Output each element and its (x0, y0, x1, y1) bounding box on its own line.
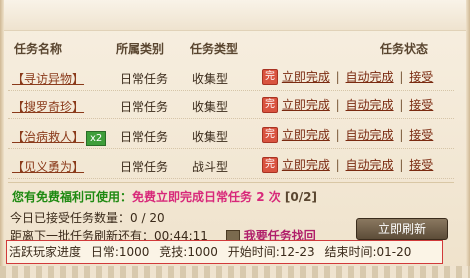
daily-label: 日常: (90, 245, 119, 259)
free-benefit-prefix: 您有免费福利可使用： (12, 190, 133, 204)
task-actions: 完 立即完成 | 自动完成 | 接受 (262, 96, 433, 113)
end-time-label: 结束时间: (324, 245, 377, 259)
auto-complete-link[interactable]: 自动完成 (346, 158, 394, 172)
bottom-decoration (0, 266, 470, 278)
separator: | (399, 127, 404, 142)
accept-link[interactable]: 接受 (409, 128, 433, 142)
separator: | (399, 157, 404, 172)
task-actions: 完 立即完成 | 自动完成 | 接受 (262, 68, 433, 85)
task-category: 日常任务 (120, 100, 169, 114)
task-category: 日常任务 (120, 72, 169, 86)
auto-complete-link[interactable]: 自动完成 (346, 70, 394, 84)
task-category: 日常任务 (120, 130, 169, 144)
separator: | (399, 69, 404, 84)
auto-complete-link[interactable]: 自动完成 (346, 128, 394, 142)
auto-complete-link[interactable]: 自动完成 (346, 98, 394, 112)
task-name-link[interactable]: 【治病救人】 (12, 130, 84, 144)
free-benefit-line: 您有免费福利可使用：免费立即完成日常任务 2 次 [0/2] (12, 188, 317, 205)
panel-top-bar (0, 0, 470, 31)
header-category: 所属类别 (116, 42, 165, 56)
panel-right-border (466, 0, 470, 278)
active-player-progress-bar: 活跃玩家进度 日常:1000 竞技:1000 开始时间:12-23 结束时间:0… (6, 240, 443, 264)
start-time-value: 12-23 (279, 245, 315, 259)
task-type: 收集型 (192, 72, 229, 86)
daily-value: 1000 (118, 245, 150, 259)
accept-link[interactable]: 接受 (409, 70, 433, 84)
compete-value: 1000 (187, 245, 218, 259)
header-task-type: 任务类型 (190, 42, 239, 56)
separator: | (335, 69, 340, 84)
free-benefit-text: 免费立即完成日常任务 2 次 (132, 190, 281, 204)
divider (8, 182, 454, 183)
table-row: 【见义勇为】 日常任务 战斗型 完 立即完成 | 自动完成 | 接受 (8, 152, 454, 179)
task-name-cell: 【治病救人】 x2 (12, 128, 107, 146)
start-time-label: 开始时间: (227, 245, 280, 259)
complete-now-icon[interactable]: 完 (262, 68, 278, 85)
complete-now-link[interactable]: 立即完成 (282, 128, 330, 142)
complete-now-link[interactable]: 立即完成 (282, 158, 330, 172)
table-header: 任务名称 所属类别 任务类型 任务状态 (14, 40, 454, 56)
accepted-count-value: 0 / 20 (130, 211, 165, 225)
header-task-name: 任务名称 (14, 42, 63, 56)
task-actions: 完 立即完成 | 自动完成 | 接受 (262, 126, 433, 143)
compete-label: 竞技: (159, 245, 188, 259)
accept-link[interactable]: 接受 (409, 98, 433, 112)
accepted-count-line: 今日已接受任务数量：0 / 20 (10, 209, 165, 226)
double-reward-badge: x2 (86, 131, 107, 146)
task-actions: 完 立即完成 | 自动完成 | 接受 (262, 156, 433, 173)
complete-now-icon[interactable]: 完 (262, 156, 278, 173)
complete-now-icon[interactable]: 完 (262, 96, 278, 113)
complete-now-link[interactable]: 立即完成 (282, 70, 330, 84)
header-task-status: 任务状态 (380, 42, 429, 56)
free-benefit-counter: [0/2] (284, 190, 317, 204)
separator: | (335, 97, 340, 112)
separator: | (335, 157, 340, 172)
complete-now-icon[interactable]: 完 (262, 126, 278, 143)
task-name-link[interactable]: 【见义勇为】 (12, 158, 84, 175)
complete-now-link[interactable]: 立即完成 (282, 98, 330, 112)
task-name-link[interactable]: 【寻访异物】 (12, 70, 84, 87)
accept-link[interactable]: 接受 (409, 158, 433, 172)
task-category: 日常任务 (120, 160, 169, 174)
panel-left-border (0, 0, 4, 278)
table-row: 【寻访异物】 日常任务 收集型 完 立即完成 | 自动完成 | 接受 (8, 64, 454, 91)
task-name-link[interactable]: 【搜罗奇珍】 (12, 98, 84, 115)
progress-label: 活跃玩家进度 (9, 245, 82, 259)
end-time-value: 01-20 (376, 245, 412, 259)
accepted-count-label: 今日已接受任务数量： (10, 211, 131, 225)
separator: | (399, 97, 404, 112)
separator: | (335, 127, 340, 142)
refresh-now-button[interactable]: 立即刷新 (356, 218, 448, 240)
task-type: 收集型 (192, 100, 229, 114)
table-row: 【治病救人】 x2 日常任务 收集型 完 立即完成 | 自动完成 | 接受 (8, 122, 454, 149)
table-row: 【搜罗奇珍】 日常任务 收集型 完 立即完成 | 自动完成 | 接受 (8, 92, 454, 119)
task-type: 收集型 (192, 130, 229, 144)
task-type: 战斗型 (192, 160, 229, 174)
